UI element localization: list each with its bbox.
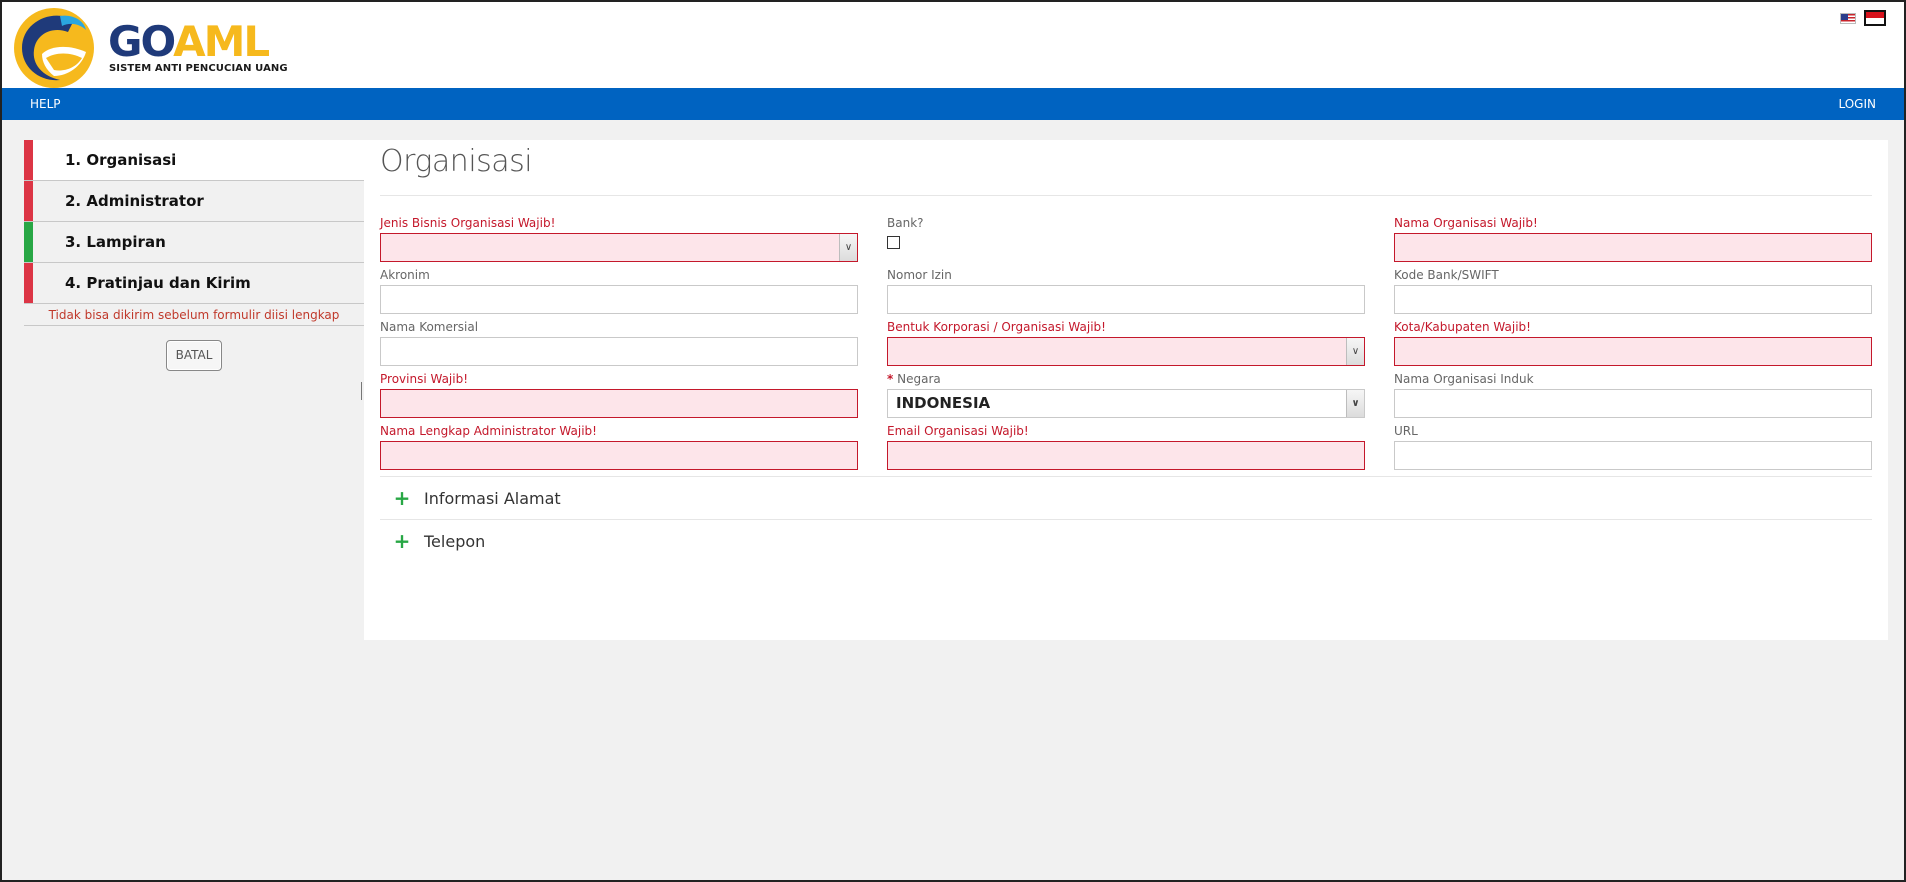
field-label: Nama Lengkap Administrator Wajib!	[380, 424, 597, 438]
field-kode-bank: Kode Bank/SWIFT	[1394, 268, 1872, 314]
submit-warning-text: Tidak bisa dikirim sebelum formulir diis…	[24, 304, 364, 326]
field-label: Jenis Bisnis Organisasi Wajib!	[380, 216, 556, 230]
chevron-down-icon[interactable]: ∨	[1346, 390, 1364, 417]
nama-organisasi-input[interactable]	[1394, 233, 1872, 262]
field-jenis-bisnis: Jenis Bisnis Organisasi Wajib! ∨	[380, 216, 858, 262]
step-label: 4. Pratinjau dan Kirim	[65, 274, 251, 292]
provinsi-input[interactable]	[380, 389, 858, 418]
field-label: Email Organisasi Wajib!	[887, 424, 1029, 438]
select-value: INDONESIA	[896, 394, 991, 412]
section-label: Informasi Alamat	[424, 488, 561, 508]
field-url: URL	[1394, 424, 1872, 470]
field-label: Bank?	[887, 216, 924, 230]
step-lampiran[interactable]: 3. Lampiran	[24, 222, 364, 263]
akronim-input[interactable]	[380, 285, 858, 314]
field-negara: * Negara INDONESIA ∨	[887, 372, 1365, 418]
section-telepon[interactable]: + Telepon	[380, 519, 1872, 562]
title-divider	[380, 195, 1872, 196]
page-title: Organisasi	[380, 144, 533, 179]
nama-komersial-input[interactable]	[380, 337, 858, 366]
kota-input[interactable]	[1394, 337, 1872, 366]
wizard-steps-sidebar: 1. Organisasi 2. Administrator 3. Lampir…	[24, 140, 364, 326]
help-link[interactable]: HELP	[30, 97, 61, 111]
field-bank: Bank?	[887, 216, 1365, 249]
email-input[interactable]	[887, 441, 1365, 470]
step-pratinjau-kirim[interactable]: 4. Pratinjau dan Kirim	[24, 263, 364, 304]
goaml-logo-icon	[14, 8, 94, 88]
field-label: Nama Komersial	[380, 320, 479, 334]
step-status-bar	[24, 222, 33, 262]
organisasi-form-panel: Organisasi Jenis Bisnis Organisasi Wajib…	[364, 140, 1888, 640]
header: GOAML SISTEM ANTI PENCUCIAN UANG	[2, 2, 1904, 88]
section-label: Telepon	[424, 531, 486, 551]
app-window: GOAML SISTEM ANTI PENCUCIAN UANG HELP LO…	[0, 0, 1906, 882]
bentuk-korporasi-select[interactable]: ∨	[887, 337, 1365, 366]
field-label: * Negara	[887, 372, 1365, 389]
step-label: 2. Administrator	[65, 192, 204, 210]
login-link[interactable]: LOGIN	[1838, 97, 1876, 111]
step-status-bar	[24, 140, 33, 180]
indonesian-flag-icon[interactable]	[1864, 10, 1886, 26]
field-kota: Kota/Kabupaten Wajib!	[1394, 320, 1872, 366]
field-label: Provinsi Wajib!	[380, 372, 469, 386]
nama-admin-input[interactable]	[380, 441, 858, 470]
field-label: Nama Organisasi Wajib!	[1394, 216, 1538, 230]
kode-bank-input[interactable]	[1394, 285, 1872, 314]
field-label-text: Negara	[897, 372, 941, 386]
field-akronim: Akronim	[380, 268, 858, 314]
negara-select[interactable]: INDONESIA ∨	[887, 389, 1365, 418]
top-navbar: HELP LOGIN	[2, 88, 1904, 120]
nomor-izin-input[interactable]	[887, 285, 1365, 314]
cancel-button[interactable]: BATAL	[166, 340, 222, 371]
required-star: *	[887, 372, 894, 386]
language-switcher	[1840, 10, 1886, 26]
field-nama-organisasi: Nama Organisasi Wajib!	[1394, 216, 1872, 262]
step-label: 1. Organisasi	[65, 151, 177, 169]
field-nomor-izin: Nomor Izin	[887, 268, 1365, 314]
field-email: Email Organisasi Wajib!	[887, 424, 1365, 470]
step-status-bar	[24, 181, 33, 221]
logo-subtitle: SISTEM ANTI PENCUCIAN UANG	[109, 63, 288, 74]
step-status-bar	[24, 263, 33, 303]
field-label: Kota/Kabupaten Wajib!	[1394, 320, 1531, 334]
nama-induk-input[interactable]	[1394, 389, 1872, 418]
field-provinsi: Provinsi Wajib!	[380, 372, 858, 418]
chevron-down-icon[interactable]: ∨	[1346, 338, 1364, 365]
logo-wordmark: GOAML	[108, 17, 270, 66]
field-nama-komersial: Nama Komersial	[380, 320, 858, 366]
field-label: Nama Organisasi Induk	[1394, 372, 1534, 386]
chevron-down-icon[interactable]: ∨	[839, 234, 857, 261]
url-input[interactable]	[1394, 441, 1872, 470]
step-organisasi[interactable]: 1. Organisasi	[24, 140, 364, 181]
field-label: Akronim	[380, 268, 430, 282]
field-label: Bentuk Korporasi / Organisasi Wajib!	[887, 320, 1106, 334]
jenis-bisnis-select[interactable]: ∨	[380, 233, 858, 262]
field-bentuk-korporasi: Bentuk Korporasi / Organisasi Wajib! ∨	[887, 320, 1365, 366]
field-nama-induk: Nama Organisasi Induk	[1394, 372, 1872, 418]
field-label: Nomor Izin	[887, 268, 952, 282]
plus-icon[interactable]: +	[380, 488, 424, 508]
section-informasi-alamat[interactable]: + Informasi Alamat	[380, 476, 1872, 519]
step-administrator[interactable]: 2. Administrator	[24, 181, 364, 222]
field-label: Kode Bank/SWIFT	[1394, 268, 1499, 282]
english-flag-icon[interactable]	[1840, 12, 1856, 24]
bank-checkbox[interactable]	[887, 236, 900, 249]
step-label: 3. Lampiran	[65, 233, 166, 251]
field-label: URL	[1394, 424, 1418, 438]
field-nama-admin: Nama Lengkap Administrator Wajib!	[380, 424, 858, 470]
plus-icon[interactable]: +	[380, 531, 424, 551]
